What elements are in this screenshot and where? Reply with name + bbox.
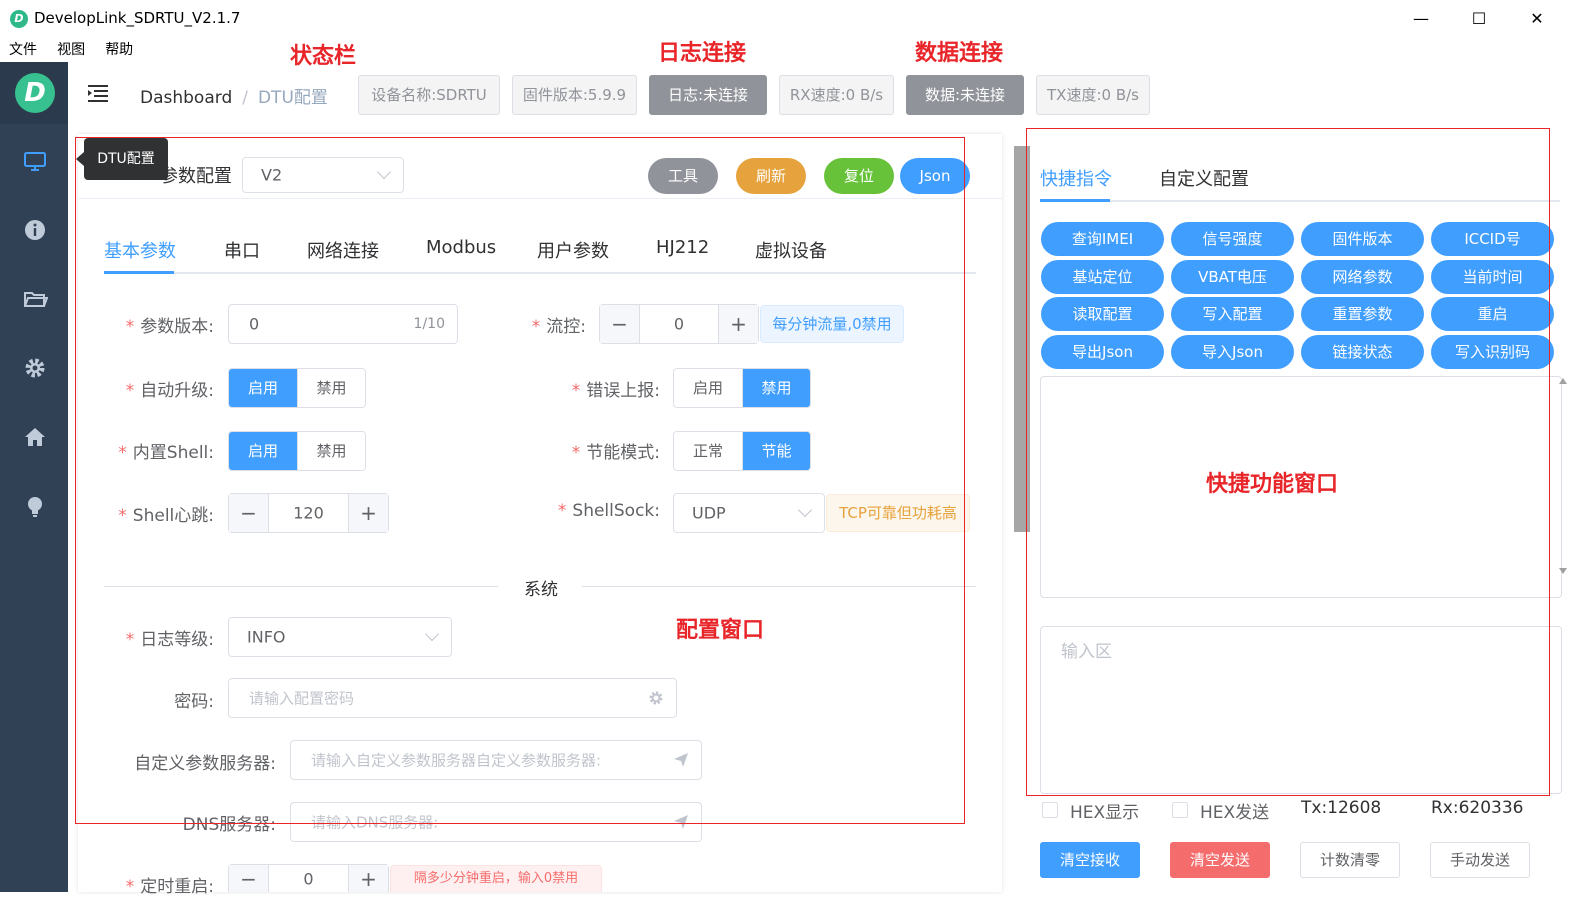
menu-file[interactable]: 文件 — [9, 38, 37, 62]
hex-send-checkbox[interactable] — [1172, 802, 1188, 818]
device-name-status: 设备名称:SDRTU — [358, 75, 500, 115]
menu-view[interactable]: 视图 — [57, 38, 85, 62]
breadcrumb-current: DTU配置 — [257, 88, 328, 108]
timed-restart-hint: 隔多少分钟重启，输入0禁用 — [390, 865, 602, 892]
reset-count-button[interactable]: 计数清零 — [1300, 842, 1400, 878]
breadcrumb: Dashboard / DTU配置 — [140, 83, 328, 108]
breadcrumb-separator: / — [242, 88, 248, 108]
tx-speed-status: TX速度:0 B/s — [1036, 75, 1150, 115]
title-bar: D DevelopLink_SDRTU_V2.1.7 — ☐ ✕ — [0, 0, 1584, 38]
hex-display-label: HEX显示 — [1070, 803, 1140, 823]
sidebar: D — [0, 62, 68, 892]
annotation-quick-box — [1026, 128, 1550, 796]
clear-send-button[interactable]: 清空发送 — [1170, 842, 1270, 878]
menu-bar: 文件 视图 帮助 — [0, 38, 1584, 62]
app-logo: D — [15, 73, 55, 113]
timed-restart-label: * 定时重启: — [125, 877, 214, 897]
menu-help[interactable]: 帮助 — [105, 38, 133, 62]
home-icon[interactable] — [22, 424, 48, 450]
close-button[interactable]: ✕ — [1514, 6, 1560, 32]
rx-counter: Rx:620336 — [1431, 798, 1524, 818]
sidebar-logo: D — [0, 62, 68, 124]
info-icon[interactable] — [22, 217, 48, 243]
timed-restart-minus-button[interactable]: − — [229, 865, 269, 892]
breadcrumb-dashboard[interactable]: Dashboard — [140, 88, 232, 108]
firmware-status: 固件版本:5.9.9 — [512, 75, 637, 115]
annotation-log-connection: 日志连接 — [658, 41, 747, 66]
annotation-data-connection: 数据连接 — [915, 41, 1004, 66]
timed-restart-plus-button[interactable]: + — [348, 865, 388, 892]
hex-display-checkbox[interactable] — [1042, 802, 1058, 818]
timed-restart-stepper[interactable]: − 0 + — [228, 864, 389, 892]
annotation-status-bar: 状态栏 — [290, 44, 357, 69]
annotation-config-window: 配置窗口 — [676, 618, 765, 643]
clear-receive-button[interactable]: 清空接收 — [1040, 842, 1140, 878]
folder-icon[interactable] — [22, 286, 48, 312]
output-scrollbar[interactable] — [1558, 376, 1568, 576]
app-logo-icon: D — [10, 10, 28, 28]
hamburger-icon[interactable] — [88, 84, 108, 102]
bulb-icon[interactable] — [22, 493, 48, 519]
window-title: DevelopLink_SDRTU_V2.1.7 — [34, 9, 241, 27]
timed-restart-value: 0 — [303, 869, 314, 888]
monitor-icon[interactable] — [22, 148, 48, 174]
minimize-button[interactable]: — — [1398, 6, 1444, 32]
manual-send-button[interactable]: 手动发送 — [1430, 842, 1530, 878]
rx-speed-status: RX速度:0 B/s — [779, 75, 894, 115]
maximize-button[interactable]: ☐ — [1456, 6, 1502, 32]
gear-icon[interactable] — [22, 355, 48, 381]
annotation-config-box — [75, 137, 965, 824]
data-connect-button[interactable]: 数据:未连接 — [906, 75, 1024, 115]
hex-send-label: HEX发送 — [1200, 803, 1270, 823]
tx-counter: Tx:12608 — [1301, 798, 1382, 818]
log-connect-button[interactable]: 日志:未连接 — [649, 75, 767, 115]
